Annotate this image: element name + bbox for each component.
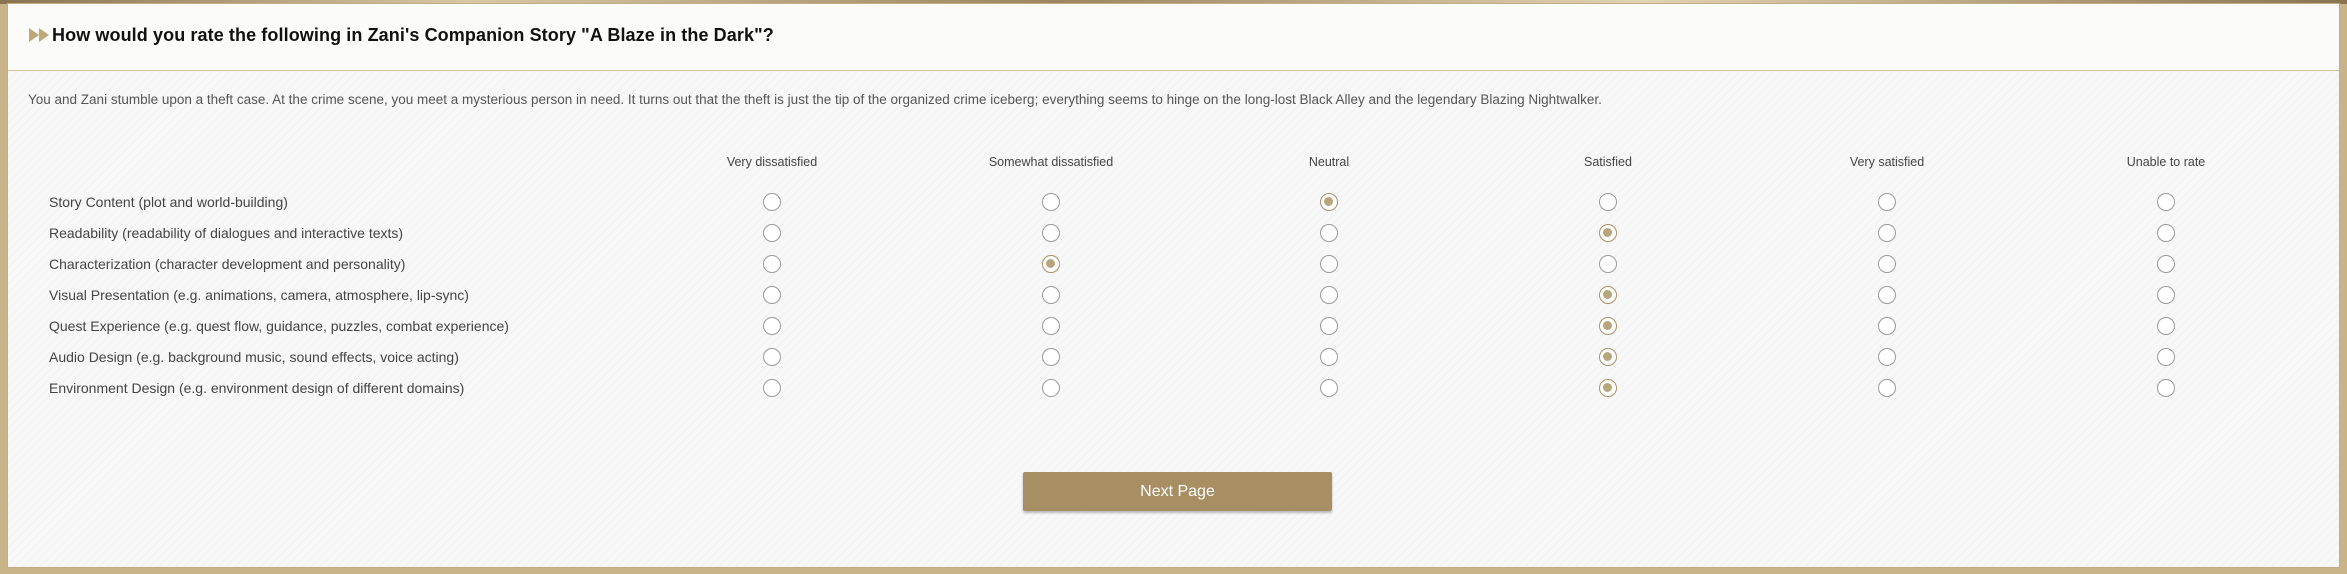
rating-radio-neutral[interactable] [1320, 193, 1338, 211]
column-header-very-satisfied: Very satisfied [1849, 155, 1925, 169]
rating-radio-satisfied[interactable] [1599, 286, 1617, 304]
rating-radio-satisfied[interactable] [1599, 379, 1617, 397]
rating-radio-somewhat-dissatisfied[interactable] [1042, 379, 1060, 397]
rating-radio-satisfied[interactable] [1599, 255, 1617, 273]
rating-radio-very-dissatisfied[interactable] [763, 317, 781, 335]
rating-radio-neutral[interactable] [1320, 317, 1338, 335]
rating-radio-very-satisfied[interactable] [1878, 255, 1896, 273]
rating-radio-somewhat-dissatisfied[interactable] [1042, 286, 1060, 304]
row-label: Readability (readability of dialogues an… [49, 225, 404, 241]
rating-radio-unable-to-rate[interactable] [2157, 224, 2175, 242]
column-header-satisfied: Satisfied [1584, 155, 1632, 169]
next-page-button[interactable]: Next Page [1023, 472, 1332, 511]
rating-radio-very-dissatisfied[interactable] [763, 224, 781, 242]
rating-radio-satisfied[interactable] [1599, 224, 1617, 242]
column-header-very-dissatisfied: Very dissatisfied [726, 155, 818, 169]
rating-radio-very-dissatisfied[interactable] [763, 286, 781, 304]
rating-radio-neutral[interactable] [1320, 348, 1338, 366]
rating-radio-very-dissatisfied[interactable] [763, 193, 781, 211]
rating-radio-unable-to-rate[interactable] [2157, 379, 2175, 397]
rating-radio-neutral[interactable] [1320, 379, 1338, 397]
rating-radio-somewhat-dissatisfied[interactable] [1042, 317, 1060, 335]
rating-radio-satisfied[interactable] [1599, 193, 1617, 211]
rating-radio-very-dissatisfied[interactable] [763, 379, 781, 397]
rating-radio-very-dissatisfied[interactable] [763, 255, 781, 273]
column-header-somewhat-dissatisfied: Somewhat dissatisfied [988, 155, 1114, 169]
rating-radio-unable-to-rate[interactable] [2157, 348, 2175, 366]
rating-radio-very-satisfied[interactable] [1878, 193, 1896, 211]
row-label: Audio Design (e.g. background music, sou… [49, 349, 459, 365]
rating-radio-somewhat-dissatisfied[interactable] [1042, 255, 1060, 273]
rating-radio-somewhat-dissatisfied[interactable] [1042, 224, 1060, 242]
column-header-neutral: Neutral [1308, 155, 1350, 169]
rating-radio-neutral[interactable] [1320, 255, 1338, 273]
rating-radio-satisfied[interactable] [1599, 348, 1617, 366]
row-label: Characterization (character development … [49, 256, 406, 272]
question-title: How would you rate the following in Zani… [52, 25, 774, 45]
rating-radio-very-satisfied[interactable] [1878, 286, 1896, 304]
rating-radio-very-satisfied[interactable] [1878, 348, 1896, 366]
rating-radio-very-satisfied[interactable] [1878, 379, 1896, 397]
rating-radio-very-satisfied[interactable] [1878, 224, 1896, 242]
rating-radio-very-dissatisfied[interactable] [763, 348, 781, 366]
row-label: Quest Experience (e.g. quest flow, guida… [49, 318, 509, 334]
rating-radio-very-satisfied[interactable] [1878, 317, 1896, 335]
survey-panel: How would you rate the following in Zani… [7, 3, 2340, 568]
column-header-unable-to-rate: Unable to rate [2126, 155, 2206, 169]
rating-radio-unable-to-rate[interactable] [2157, 317, 2175, 335]
row-label: Story Content (plot and world-building) [49, 194, 288, 210]
rating-radio-neutral[interactable] [1320, 286, 1338, 304]
rating-radio-satisfied[interactable] [1599, 317, 1617, 335]
question-header: How would you rate the following in Zani… [8, 4, 2339, 71]
row-label: Visual Presentation (e.g. animations, ca… [49, 287, 469, 303]
rating-radio-neutral[interactable] [1320, 224, 1338, 242]
question-description: You and Zani stumble upon a theft case. … [28, 92, 1602, 107]
rating-radio-unable-to-rate[interactable] [2157, 286, 2175, 304]
rating-radio-unable-to-rate[interactable] [2157, 255, 2175, 273]
rating-radio-somewhat-dissatisfied[interactable] [1042, 193, 1060, 211]
rating-radio-somewhat-dissatisfied[interactable] [1042, 348, 1060, 366]
row-label: Environment Design (e.g. environment des… [49, 380, 465, 396]
double-arrow-icon [29, 28, 49, 42]
question-body: You and Zani stumble upon a theft case. … [8, 71, 2339, 567]
rating-radio-unable-to-rate[interactable] [2157, 193, 2175, 211]
